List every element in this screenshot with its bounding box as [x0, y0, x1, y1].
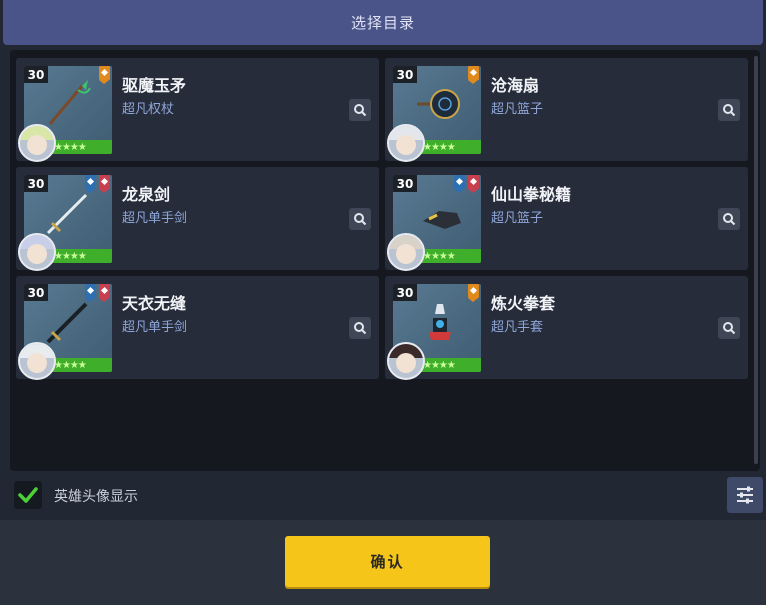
bookmark-icon: [468, 284, 479, 302]
hero-avatar: [387, 124, 425, 162]
item-card[interactable]: ★★★★ 30 龙泉剑 超凡单手剑: [16, 167, 379, 271]
inspect-button[interactable]: [718, 208, 740, 230]
item-type: 超凡单手剑: [122, 320, 188, 335]
level-badge: 30: [393, 284, 417, 301]
item-type: 超凡篮子: [491, 102, 544, 117]
magnifier-icon: [723, 322, 736, 335]
sword-icon: [46, 193, 88, 235]
hero-avatar: [18, 124, 56, 162]
bookmark-icon: [99, 66, 110, 84]
checkmark-icon: [18, 487, 38, 503]
item-type: 超凡篮子: [491, 211, 544, 226]
item-type: 超凡单手剑: [122, 211, 188, 226]
level-badge: 30: [24, 66, 48, 83]
inspect-button[interactable]: [718, 317, 740, 339]
inspect-button[interactable]: [718, 99, 740, 121]
list-scrollbar[interactable]: [754, 56, 758, 464]
inspect-button[interactable]: [349, 208, 371, 230]
show-hero-avatar-checkbox[interactable]: [14, 481, 42, 509]
item-type: 超凡权杖: [122, 102, 175, 117]
confirm-button[interactable]: 确认: [285, 536, 490, 587]
sliders-icon: [737, 486, 753, 504]
bookmark-icon: [99, 175, 110, 193]
hero-avatar: [387, 342, 425, 380]
scroll-icon: [423, 211, 461, 229]
gauntlet-icon: [429, 304, 451, 340]
show-hero-avatar-label: 英雄头像显示: [54, 489, 138, 505]
item-type: 超凡手套: [491, 320, 544, 335]
blade-icon: [46, 302, 88, 344]
level-badge: 30: [24, 175, 48, 192]
fan-icon: [417, 89, 460, 119]
inspect-button[interactable]: [349, 317, 371, 339]
magnifier-icon: [354, 322, 367, 335]
item-card[interactable]: ★★★★ 30 驱魔玉矛 超凡权杖: [16, 58, 379, 162]
item-name: 炼火拳套: [491, 294, 556, 313]
filter-button[interactable]: [727, 477, 763, 513]
dialog-header: 选择目录: [3, 0, 763, 45]
star-rating: ★★★★: [54, 251, 87, 262]
magnifier-icon: [354, 104, 367, 117]
hero-avatar: [18, 233, 56, 271]
item-card[interactable]: ★★★★ 30 天衣无缝 超凡单手剑: [16, 276, 379, 380]
bookmark-icon: [468, 175, 479, 193]
bookmark-icon: [85, 175, 96, 193]
magnifier-icon: [354, 213, 367, 226]
hero-avatar: [18, 342, 56, 380]
item-card[interactable]: ★★★★ 30 仙山拳秘籍 超凡篮子: [385, 167, 748, 271]
item-name: 仙山拳秘籍: [491, 185, 572, 204]
item-name: 天衣无缝: [122, 294, 187, 313]
bookmark-icon: [99, 284, 110, 302]
item-card[interactable]: ★★★★ 30 炼火拳套 超凡手套: [385, 276, 748, 380]
star-rating: ★★★★: [423, 142, 456, 153]
star-rating: ★★★★: [423, 360, 456, 371]
star-rating: ★★★★: [54, 360, 87, 371]
bookmark-icon: [454, 175, 465, 193]
star-rating: ★★★★: [54, 142, 87, 153]
inspect-button[interactable]: [349, 99, 371, 121]
bookmark-icon: [468, 66, 479, 84]
star-rating: ★★★★: [423, 251, 456, 262]
level-badge: 30: [393, 175, 417, 192]
item-name: 龙泉剑: [122, 185, 171, 204]
magnifier-icon: [723, 104, 736, 117]
dialog-title: 选择目录: [350, 14, 415, 32]
item-name: 驱魔玉矛: [122, 76, 187, 95]
select-catalog-dialog: 选择目录 ★★★★ 30 驱魔玉矛 超凡权杖 ★★★★ 30 沧海扇 超凡篮子 …: [0, 0, 766, 605]
spear-icon: [48, 80, 91, 125]
magnifier-icon: [723, 213, 736, 226]
bookmark-icon: [85, 284, 96, 302]
level-badge: 30: [393, 66, 417, 83]
item-card[interactable]: ★★★★ 30 沧海扇 超凡篮子: [385, 58, 748, 162]
hero-avatar: [387, 233, 425, 271]
item-name: 沧海扇: [491, 76, 540, 95]
level-badge: 30: [24, 284, 48, 301]
